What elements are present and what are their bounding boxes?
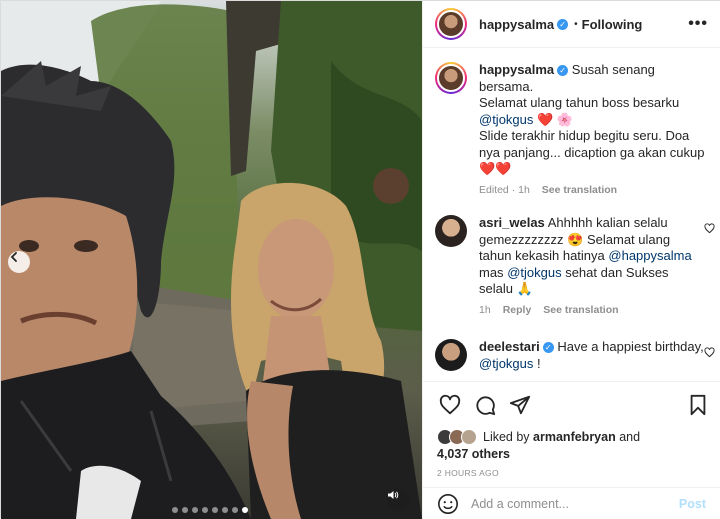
post-timestamp: 2 HOURS AGO [437,468,499,478]
carousel-dot [222,507,228,513]
post-side-panel: happysalma ✓ • Following ••• happysalma ✓… [422,1,720,519]
author-avatar[interactable] [435,8,467,40]
carousel-dot [232,507,238,513]
comment-item: asri_welas Ahhhhh kalian selalu gemezzzz… [435,215,715,316]
see-translation-link[interactable]: See translation [543,304,618,316]
carousel-indicator [172,507,248,513]
carousel-dot [182,507,188,513]
see-translation-link[interactable]: See translation [542,184,617,196]
carousel-dot [172,507,178,513]
post-media-video[interactable] [1,1,422,519]
mention-link[interactable]: @happysalma [608,248,691,263]
comment-like-heart-icon[interactable] [704,347,715,361]
post-header: happysalma ✓ • Following ••• [423,1,720,48]
heart-icon [704,223,715,234]
following-button[interactable]: Following [582,17,643,32]
verified-badge-icon: ✓ [557,65,569,77]
commenter-avatar[interactable] [435,339,467,371]
comment-item: deelestari ✓ Have a happiest birthday, @t… [435,339,715,372]
comment-body: deelestari ✓ Have a happiest birthday, @t… [479,339,705,372]
carousel-dot [202,507,208,513]
liker-avatars [437,429,477,445]
verified-badge-icon: ✓ [542,342,554,354]
comment-text-part: Have a happiest birthday, [557,339,704,354]
post-comment-button[interactable]: Post [679,497,706,511]
caption-line-2: Selamat ulang tahun boss besarku [479,95,680,110]
comment-text: deelestari ✓ Have a happiest birthday, @t… [479,339,705,372]
caption-line-3: Slide terakhir hidup begitu seru. Doa ny… [479,128,705,160]
comment-username[interactable]: deelestari [479,339,540,354]
comment-text-part: mas [479,264,504,280]
comment-bubble-icon[interactable] [474,394,496,416]
reply-button[interactable]: Reply [503,304,532,316]
liked-and: and [619,430,641,444]
chevron-left-icon [10,252,17,262]
carousel-dot-active [242,507,248,513]
like-heart-icon[interactable] [439,394,461,416]
mute-toggle-button[interactable] [387,489,409,511]
carousel-dot [192,507,198,513]
commenter-avatar[interactable] [435,215,467,247]
caption-edited-time: Edited · 1h [479,183,530,196]
comment-text-part: ! [533,355,541,371]
comment-time: 1h [479,303,491,316]
liked-by: Liked by armanfebryan and [437,429,640,445]
avatar-image [435,215,467,247]
avatar-image [437,10,465,38]
caption-emoji: ❤️ 🌸 [537,111,574,127]
comment-body: asri_welas Ahhhhh kalian selalu gemezzzz… [479,215,705,316]
comment-like-heart-icon[interactable] [704,223,715,237]
separator-dot: • [574,18,578,30]
comment-input[interactable] [471,496,661,511]
comment-meta: 1h Reply See translation [479,304,705,316]
avatar-image [437,64,465,92]
liked-by-prefix: Liked by [483,430,530,444]
verified-badge-icon: ✓ [557,18,569,30]
comment-emoji: 🙏 [516,281,533,296]
author-username[interactable]: happysalma [479,17,554,32]
caption-username[interactable]: happysalma [479,62,554,77]
caption-text: happysalma ✓ Susah senang bersama. Selama… [479,62,705,178]
comments-scroll[interactable]: happysalma ✓ Susah senang bersama. Selama… [423,49,720,381]
liker-avatar [461,429,477,445]
comment-text: asri_welas Ahhhhh kalian selalu gemezzzz… [479,215,705,298]
smiley-icon[interactable] [437,493,459,515]
mention-link[interactable]: @tjokgus [479,356,533,371]
heart-icon [704,347,715,358]
carousel-prev-button[interactable] [8,251,30,273]
caption-body: happysalma ✓ Susah senang bersama. Selama… [479,62,705,196]
comment-emoji: 😍 [567,231,584,247]
more-options-icon[interactable]: ••• [688,15,708,33]
bookmark-icon[interactable] [687,394,709,416]
post-dialog: happysalma ✓ • Following ••• happysalma ✓… [0,0,720,519]
caption-emoji-end: ❤️❤️ [479,161,512,176]
caption: happysalma ✓ Susah senang bersama. Selama… [435,62,715,196]
caption-meta: Edited · 1h See translation [479,184,705,196]
paper-plane-icon[interactable] [509,394,531,416]
comment-composer: Post [423,487,720,519]
video-frame [1,1,422,519]
post-actions [423,381,720,427]
likes-count[interactable]: 4,037 others [437,447,510,461]
comment-username[interactable]: asri_welas [479,215,545,230]
carousel-dot [212,507,218,513]
liked-by-user[interactable]: armanfebryan [533,430,616,444]
mention-link[interactable]: @tjokgus [479,112,533,127]
caption-avatar[interactable] [435,62,467,94]
speaker-icon [388,491,399,499]
avatar-image [435,339,467,371]
mention-link[interactable]: @tjokgus [507,265,561,280]
